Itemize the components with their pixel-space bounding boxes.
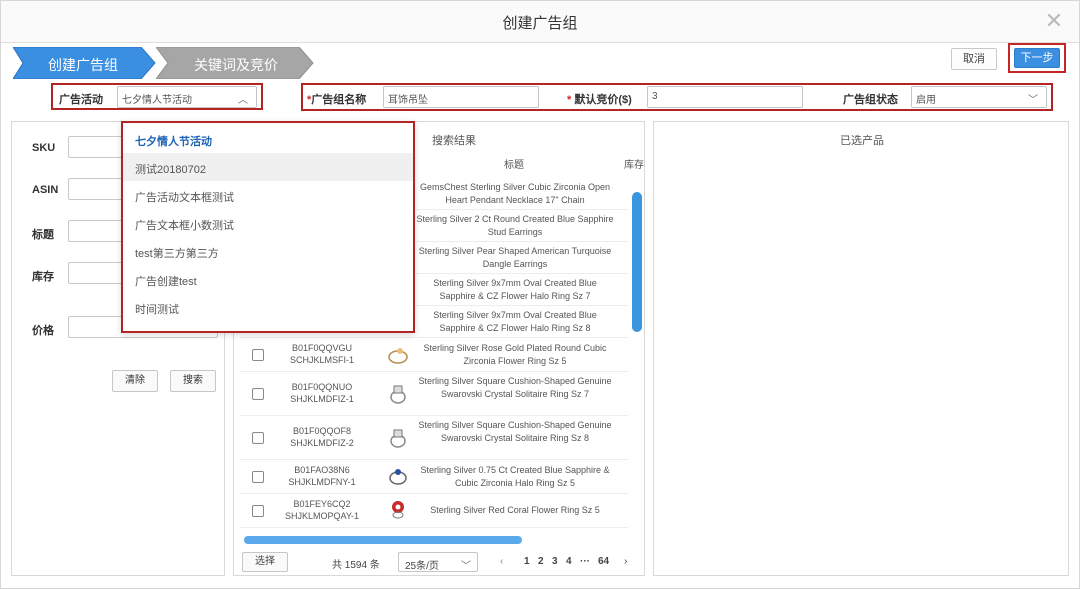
vertical-scrollbar[interactable] <box>632 192 642 332</box>
dropdown-item[interactable]: 广告文本框小数测试 <box>123 209 413 237</box>
product-title: Sterling Silver Square Cushion-Shaped Ge… <box>418 376 612 399</box>
group-name-label: *广告组名称 <box>307 94 367 106</box>
asin-sku: B01F0QQVGU SCHJKLMSFI-1 <box>289 343 354 365</box>
row-checkbox[interactable] <box>252 388 264 400</box>
default-bid-label: * 默认竞价($) <box>567 94 632 106</box>
row-checkbox[interactable] <box>252 349 264 361</box>
results-caption: 搜索结果 <box>432 135 476 147</box>
page-4[interactable]: 4 <box>566 556 572 567</box>
product-title: Sterling Silver 2 Ct Round Created Blue … <box>416 214 614 237</box>
clear-button[interactable]: 清除 <box>112 370 158 392</box>
horizontal-scrollbar[interactable] <box>244 536 522 544</box>
product-title: GemsChest Sterling Silver Cubic Zirconia… <box>419 182 611 205</box>
page-size-select[interactable]: 25条/页 ﹀ <box>398 552 478 572</box>
total-count: 共 1594 条 <box>332 560 380 571</box>
column-header-title: 标题 <box>504 160 524 171</box>
selected-caption: 已选产品 <box>840 135 884 147</box>
stock-label: 库存 <box>32 271 54 283</box>
create-ad-group-dialog: 创建广告组 ✕ 创建广告组 关键词及竞价 取消 下一步 广告活动 七夕情人节活动… <box>0 0 1080 589</box>
dialog-header: 创建广告组 ✕ <box>1 1 1079 43</box>
campaign-select-value: 七夕情人节活动 <box>122 95 192 106</box>
table-row[interactable]: B01F0QQOF8 SHJKLMDFIZ-2 Sterling Silver … <box>240 416 628 460</box>
ring-thumbnail-icon <box>390 385 406 404</box>
next-button-highlight: 下一步 <box>1008 43 1066 73</box>
ring-thumbnail-icon <box>389 469 407 485</box>
prev-page-button[interactable]: ‹ <box>500 556 503 567</box>
product-title: Sterling Silver Rose Gold Plated Round C… <box>423 343 607 366</box>
ring-thumbnail-icon <box>392 501 404 519</box>
page-ellipsis: ··· <box>580 556 590 567</box>
title-label: 标题 <box>32 229 54 241</box>
next-page-button[interactable]: › <box>624 556 627 567</box>
product-title: Sterling Silver 9x7mm Oval Created Blue … <box>433 310 597 333</box>
close-icon[interactable]: ✕ <box>1043 10 1065 32</box>
chevron-down-icon: ﹀ <box>1028 95 1038 106</box>
dropdown-item[interactable]: 七夕情人节活动 <box>123 125 413 153</box>
step-create-ad-group[interactable]: 创建广告组 <box>13 47 158 79</box>
product-title: Sterling Silver Pear Shaped American Tur… <box>418 246 612 269</box>
table-row[interactable]: B01FEY6CQ2 SHJKLMOPQAY-1 Sterling Silver… <box>240 494 628 528</box>
chevron-down-icon: ﹀ <box>461 561 471 572</box>
asin-label: ASIN <box>32 184 59 196</box>
table-row[interactable]: B01F0QQVGU SCHJKLMSFI-1 Sterling Silver … <box>240 338 628 372</box>
step-keywords-bids[interactable]: 关键词及竞价 <box>156 47 316 79</box>
product-title: Sterling Silver Red Coral Flower Ring Sz… <box>430 505 600 515</box>
next-button[interactable]: 下一步 <box>1014 48 1060 68</box>
ring-thumbnail-icon <box>388 348 408 364</box>
table-row[interactable]: B01FAO38N6 SHJKLMDFNY-1 Sterling Silver … <box>240 460 628 494</box>
asin-sku: B01FAO38N6 SHJKLMDFNY-1 <box>288 465 356 487</box>
dropdown-item[interactable]: 广告活动文本框测试 <box>123 181 413 209</box>
product-title: Sterling Silver Square Cushion-Shaped Ge… <box>418 420 612 443</box>
page-3[interactable]: 3 <box>552 556 558 567</box>
ring-thumbnail-icon <box>390 429 406 448</box>
step-label: 创建广告组 <box>48 57 118 73</box>
group-name-input[interactable]: 耳饰吊坠 <box>383 86 539 108</box>
selected-products-panel: 已选产品 <box>653 121 1069 576</box>
page-size-value: 25条/页 <box>405 561 439 572</box>
chevron-up-icon: ︿ <box>238 95 248 106</box>
page-64[interactable]: 64 <box>598 556 609 567</box>
sku-label: SKU <box>32 142 56 154</box>
column-header-stock: 库存 <box>624 160 644 171</box>
row-checkbox[interactable] <box>252 505 264 517</box>
dropdown-item[interactable]: test第三方第三方 <box>123 237 413 265</box>
group-status-select[interactable]: 启用 ﹀ <box>911 86 1047 108</box>
default-bid-input[interactable]: 3 <box>647 86 803 108</box>
dropdown-item[interactable]: 广告创建test <box>123 265 413 293</box>
campaign-select[interactable]: 七夕情人节活动 ︿ <box>117 86 257 108</box>
group-status-value: 启用 <box>916 95 936 106</box>
asin-sku: B01F0QQNUO SHJKLMDFIZ-1 <box>290 382 354 404</box>
asin-sku: B01F0QQOF8 SHJKLMDFIZ-2 <box>290 426 354 448</box>
campaign-label: 广告活动 <box>59 94 103 106</box>
product-title: Sterling Silver 0.75 Ct Created Blue Sap… <box>420 465 610 488</box>
step-indicator: 创建广告组 关键词及竞价 <box>13 47 316 79</box>
asin-sku: B01FEY6CQ2 SHJKLMOPQAY-1 <box>284 499 360 521</box>
product-title: Sterling Silver 9x7mm Oval Created Blue … <box>433 278 597 301</box>
dialog-title: 创建广告组 <box>502 15 578 32</box>
page-1[interactable]: 1 <box>524 556 530 567</box>
step-label: 关键词及竞价 <box>194 57 278 73</box>
pagination: 选择 共 1594 条 25条/页 ﹀ ‹ 1 2 3 4 ··· 64 › <box>240 550 640 574</box>
campaign-dropdown-menu: 七夕情人节活动 测试20180702 广告活动文本框测试 广告文本框小数测试 t… <box>121 121 415 333</box>
row-checkbox[interactable] <box>252 471 264 483</box>
page-2[interactable]: 2 <box>538 556 544 567</box>
table-row[interactable]: B01F0QQNUO SHJKLMDFIZ-1 Sterling Silver … <box>240 372 628 416</box>
group-status-label: 广告组状态 <box>843 94 898 106</box>
dropdown-item[interactable]: 时间测试 <box>123 293 413 321</box>
dropdown-item[interactable]: 测试20180702 <box>123 153 413 181</box>
price-label: 价格 <box>32 325 54 337</box>
select-button[interactable]: 选择 <box>242 552 288 572</box>
row-checkbox[interactable] <box>252 432 264 444</box>
cancel-button[interactable]: 取消 <box>951 48 997 70</box>
search-button[interactable]: 搜索 <box>170 370 216 392</box>
